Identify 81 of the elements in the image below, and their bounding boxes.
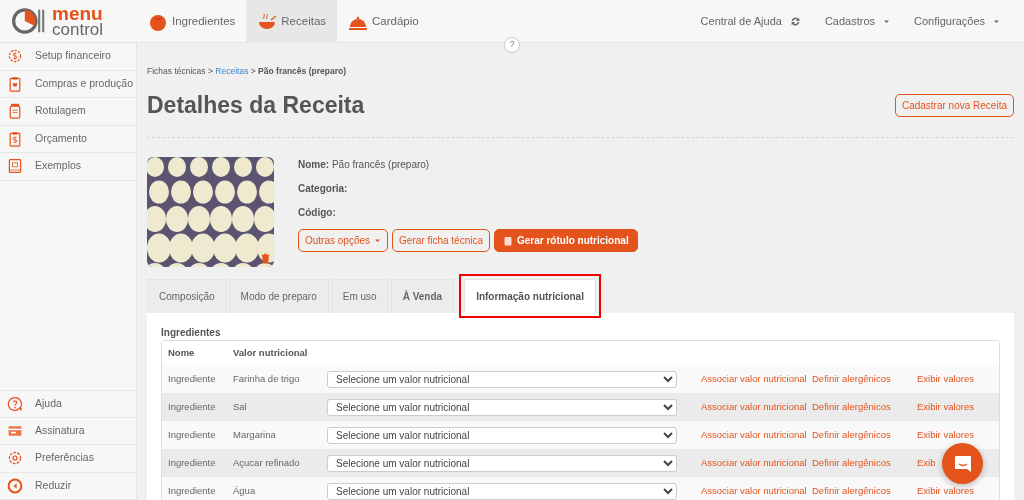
select-field[interactable]: Selecione um valor nutricional [327, 370, 677, 388]
action-link[interactable]: Associar valor nutricional [701, 373, 807, 385]
table-cell-text: Sal [233, 400, 248, 415]
action-button[interactable]: Gerar ficha técnica [392, 229, 490, 253]
action-link[interactable]: Definir alergênicos [812, 429, 891, 441]
page-title: Detalhes da Receita [147, 91, 365, 120]
sidebar-item[interactable]: Reduzir [0, 472, 136, 500]
nav-tab[interactable]: Receitas [246, 0, 338, 43]
table-cell-text: Ingrediente [167, 400, 217, 415]
help-button[interactable]: ? [504, 37, 520, 53]
help-icon [7, 395, 23, 412]
select-field[interactable]: Selecione um valor nutricional [327, 398, 677, 416]
gear-dollar-icon [7, 48, 23, 65]
caret-icon [993, 17, 1000, 25]
sidebar-item[interactable]: Compras e produção [0, 70, 136, 98]
action-button[interactable]: Gerar rótulo nutricional [494, 229, 638, 253]
table-cell-text: Ingrediente [167, 484, 217, 499]
select-field[interactable]: Selecione um valor nutricional [327, 454, 677, 472]
caret-icon [374, 237, 382, 245]
book-icon [7, 158, 23, 175]
nav-link[interactable]: Cadastros [824, 12, 891, 30]
sidebar-item[interactable]: Setup financeiro [0, 43, 136, 71]
select-field[interactable]: Selecione um valor nutricional [327, 482, 677, 500]
label-icon [503, 235, 513, 246]
sidebar-item[interactable]: Assinatura [0, 417, 136, 445]
nav-link[interactable]: Central de Ajuda [700, 12, 801, 30]
action-link[interactable]: Exib [917, 457, 936, 469]
breadcrumb: Fichas técnicas > Receitas > Pão francês (preparo) [147, 65, 347, 78]
logo-text: control [52, 21, 104, 38]
action-link[interactable]: Exibir valores [917, 429, 975, 441]
chat-icon [952, 453, 973, 474]
nav-link[interactable]: Configurações [914, 12, 1000, 30]
caret-icon [883, 17, 891, 25]
sidebar-item[interactable]: Ajuda [0, 390, 136, 418]
action-link[interactable]: Exibir valores [917, 401, 975, 413]
action-link[interactable]: Definir alergênicos [812, 485, 891, 497]
sidebar-item[interactable]: Exemplos [0, 153, 136, 181]
field-text: Categoria: [298, 182, 349, 197]
collapse-icon [7, 477, 23, 494]
nav-tab[interactable]: Cardápio [337, 0, 430, 43]
action-link[interactable]: Associar valor nutricional [701, 457, 807, 469]
bowl-icon [257, 11, 278, 32]
table-cell-text: Ingrediente [167, 372, 217, 387]
nav-tab[interactable]: Ingredientes [137, 0, 247, 43]
select-field[interactable]: Selecione um valor nutricional [327, 426, 677, 444]
delete-icon [260, 253, 271, 265]
tab[interactable]: Composição [147, 279, 227, 314]
sidebar-item[interactable]: Preferências [0, 445, 136, 473]
tab[interactable]: Em uso [330, 279, 389, 314]
table-cell-text: Água [233, 484, 257, 499]
column-header: Valor nutricional [233, 346, 309, 361]
clipboard-icon [7, 130, 23, 147]
action-link[interactable]: Exibir valores [917, 373, 975, 385]
sidebar-item[interactable]: Orçamento [0, 125, 136, 153]
action-link[interactable]: Associar valor nutricional [701, 429, 807, 441]
action-link[interactable]: Definir alergênicos [812, 401, 891, 413]
settings-icon [7, 450, 23, 467]
table-cell-text: Margarina [233, 428, 277, 443]
tab[interactable]: À Venda [390, 279, 455, 314]
action-link[interactable]: Associar valor nutricional [701, 485, 807, 497]
field-text: Nome: Pão francês (preparo) [298, 158, 431, 173]
table-cell-text: Ingrediente [167, 428, 217, 443]
action-link[interactable]: Exibir valores [917, 485, 975, 497]
new-recipe-button[interactable]: Cadastrar nova Receita [894, 94, 1014, 118]
jar-icon [7, 103, 23, 120]
breadcrumb-link[interactable]: Receitas [215, 66, 249, 76]
section-title: Ingredientes [161, 326, 222, 341]
tab[interactable]: Modo de preparo [228, 279, 329, 314]
options-dropdown[interactable]: Outras opções [298, 229, 389, 253]
table-cell-text: Açucar refinado [233, 456, 301, 471]
sidebar-item[interactable]: Rotulagem [0, 98, 136, 126]
action-link[interactable]: Associar valor nutricional [701, 401, 807, 413]
table-cell-text: Farinha de trigo [233, 372, 301, 387]
refresh-icon [789, 15, 801, 27]
action-link[interactable]: Definir alergênicos [812, 373, 891, 385]
clipboard-icon [7, 75, 23, 92]
column-header: Nome [167, 346, 196, 361]
table-cell-text: Ingrediente [167, 456, 217, 471]
field-text: Código: [298, 206, 337, 221]
logo-text: menu [52, 4, 104, 22]
action-link[interactable]: Definir alergênicos [812, 457, 891, 469]
